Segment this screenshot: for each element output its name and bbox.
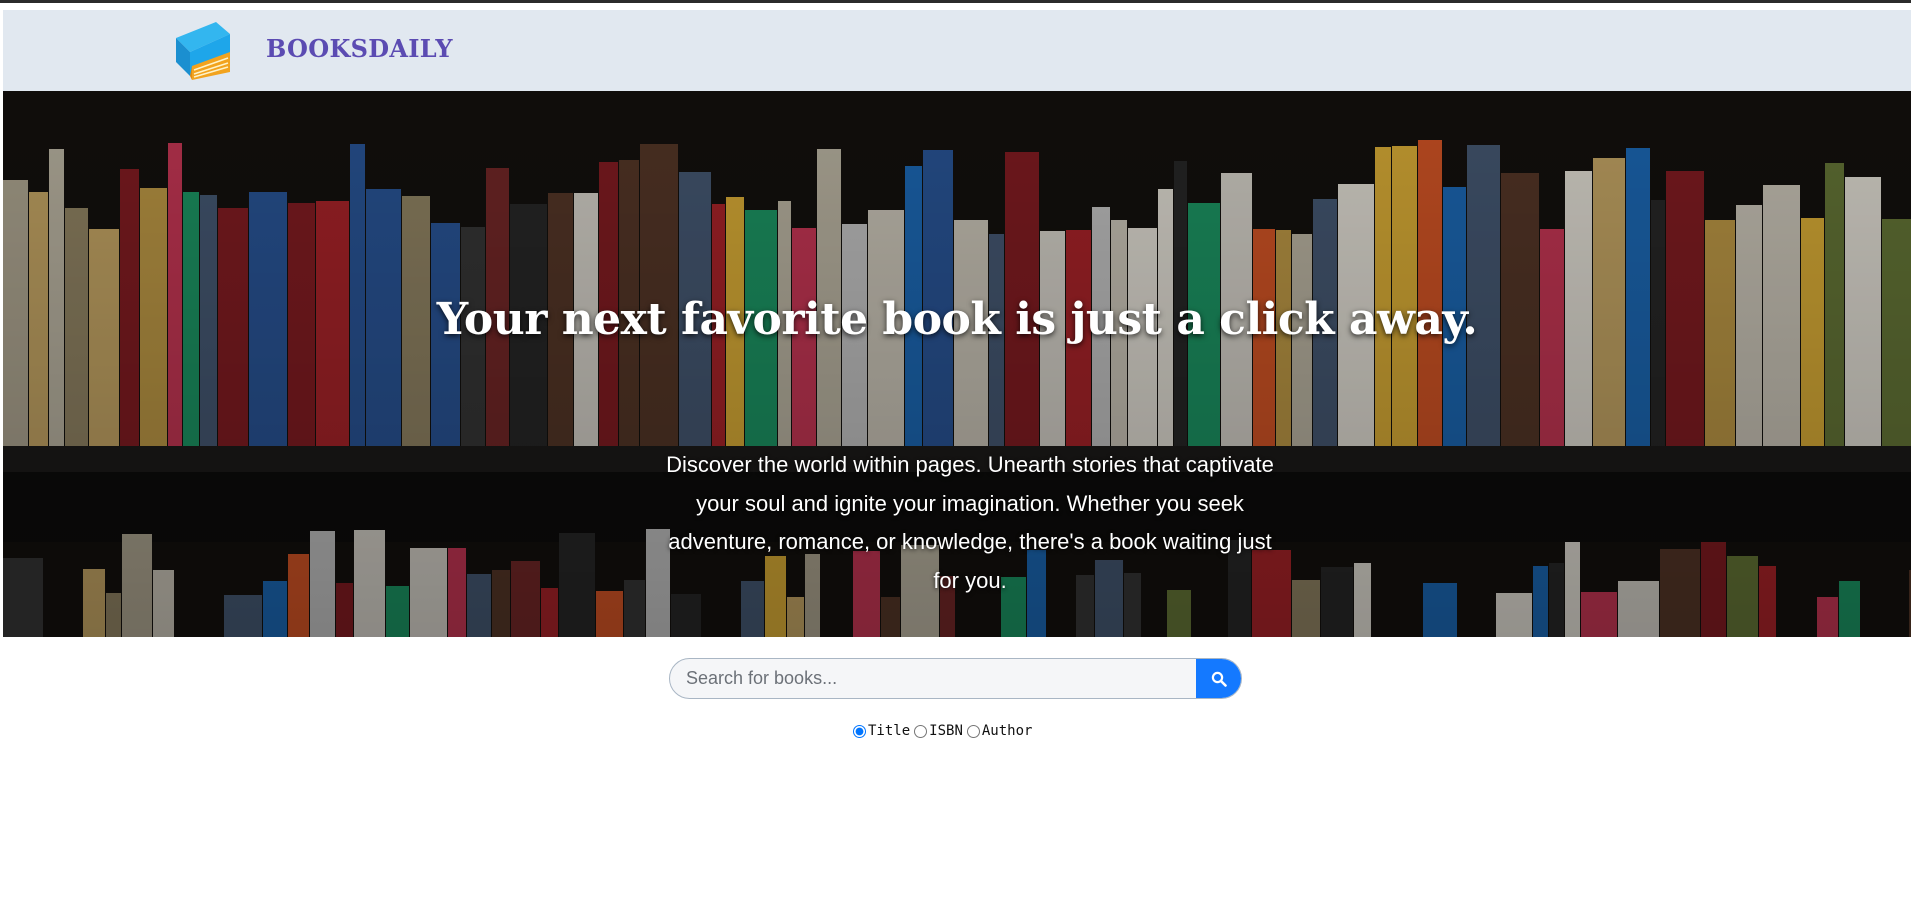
filter-isbn-label: ISBN [929, 723, 963, 739]
filter-author-option[interactable]: Author [966, 723, 1033, 739]
filter-author-label: Author [981, 723, 1033, 739]
search-button[interactable] [1196, 659, 1241, 698]
hero-title: Your next favorite book is just a click … [436, 294, 1478, 345]
search-filter-group: Title ISBN Author [853, 720, 1036, 742]
book-stack-icon[interactable] [172, 20, 236, 82]
search-input[interactable] [670, 659, 1196, 698]
navbar: BOOKSDAILY [3, 10, 1911, 91]
filter-title-radio[interactable] [853, 724, 866, 738]
brand-name[interactable]: BOOKSDAILY [266, 34, 453, 63]
hero-subtitle: Discover the world within pages. Unearth… [666, 452, 1274, 593]
filter-isbn-option[interactable]: ISBN [914, 723, 963, 739]
hero-banner: Your next favorite book is just a click … [3, 91, 1911, 637]
search-bar [669, 658, 1242, 699]
filter-isbn-radio[interactable] [914, 724, 928, 738]
search-icon [1211, 671, 1227, 687]
filter-author-radio[interactable] [966, 724, 980, 738]
filter-title-label: Title [868, 723, 911, 739]
filter-title-option[interactable]: Title [853, 723, 910, 739]
top-border [0, 0, 1911, 3]
